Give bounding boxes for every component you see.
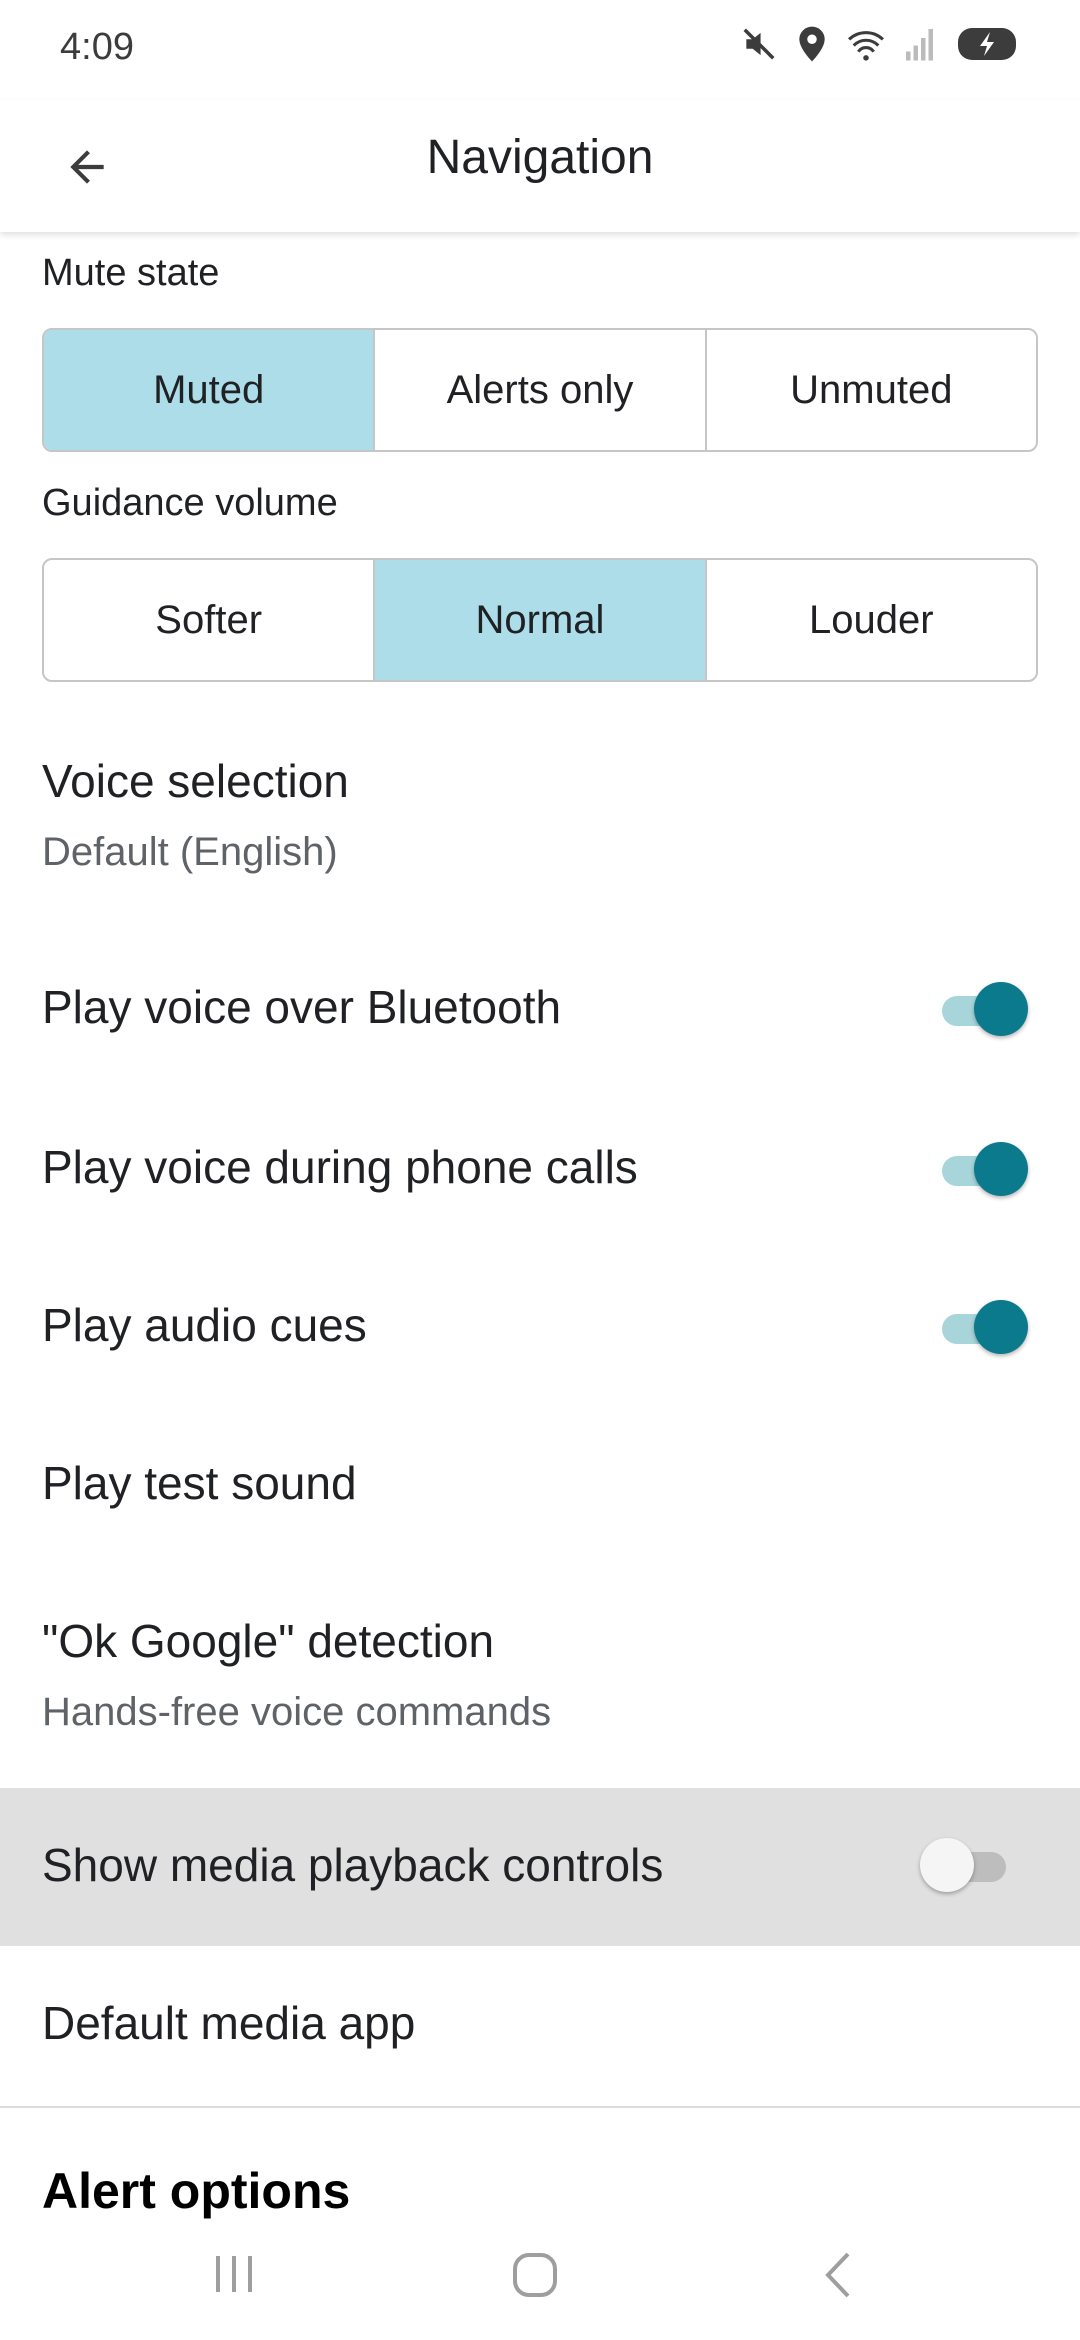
media-controls-toggle[interactable] — [920, 1838, 1012, 1894]
mute-option-muted[interactable]: Muted — [44, 330, 376, 450]
mute-option-unmuted[interactable]: Unmuted — [707, 330, 1036, 450]
guidance-volume-segmented-control: Softer Normal Louder — [42, 558, 1038, 682]
recent-apps-icon — [216, 2256, 252, 2292]
system-nav-bar — [0, 2220, 1080, 2340]
chevron-left-icon — [825, 2252, 850, 2298]
phone-calls-row[interactable]: Play voice during phone calls — [0, 1090, 1080, 1250]
default-media-app-row[interactable]: Default media app — [0, 1946, 1080, 2106]
audio-cues-title: Play audio cues — [42, 1299, 367, 1351]
voice-selection-subtitle: Default (English) — [42, 830, 338, 874]
status-bar: 4:09 — [0, 0, 1080, 100]
mute-state-segmented-control: Muted Alerts only Unmuted — [42, 328, 1038, 452]
media-controls-title: Show media playback controls — [42, 1839, 664, 1891]
bluetooth-toggle[interactable] — [936, 982, 1028, 1038]
app-bar: Navigation — [0, 100, 1080, 232]
mute-icon — [740, 25, 778, 63]
test-sound-row[interactable]: Play test sound — [0, 1408, 1080, 1568]
home-icon — [513, 2253, 557, 2297]
section-divider — [0, 2106, 1080, 2108]
audio-cues-toggle[interactable] — [936, 1300, 1028, 1356]
volume-option-louder[interactable]: Louder — [707, 560, 1036, 680]
voice-selection-row[interactable]: Voice selection Default (English) — [0, 730, 1080, 900]
voice-selection-title: Voice selection — [42, 755, 349, 807]
bluetooth-row[interactable]: Play voice over Bluetooth — [0, 930, 1080, 1090]
alert-options-header: Alert options — [42, 2163, 351, 2219]
test-sound-title: Play test sound — [42, 1457, 357, 1509]
phone-calls-toggle[interactable] — [936, 1142, 1028, 1198]
mute-option-alerts-only[interactable]: Alerts only — [375, 330, 707, 450]
volume-option-normal[interactable]: Normal — [375, 560, 707, 680]
guidance-volume-label: Guidance volume — [42, 482, 338, 524]
phone-calls-title: Play voice during phone calls — [42, 1141, 638, 1193]
default-media-app-title: Default media app — [42, 1997, 416, 2049]
page-title: Navigation — [426, 131, 654, 184]
media-controls-row[interactable]: Show media playback controls — [0, 1788, 1080, 1946]
ok-google-title: "Ok Google" detection — [42, 1615, 495, 1667]
location-icon — [796, 25, 828, 63]
bluetooth-title: Play voice over Bluetooth — [42, 981, 562, 1033]
ok-google-row[interactable]: "Ok Google" detection Hands-free voice c… — [0, 1568, 1080, 1788]
audio-cues-row[interactable]: Play audio cues — [0, 1248, 1080, 1408]
wifi-icon — [846, 25, 886, 63]
system-back-button[interactable] — [818, 2250, 858, 2305]
home-button[interactable] — [510, 2250, 560, 2305]
battery-charging-icon — [956, 24, 1020, 64]
recent-apps-button[interactable] — [212, 2250, 256, 2303]
toggle-knob — [974, 982, 1028, 1036]
volume-option-softer[interactable]: Softer — [44, 560, 376, 680]
toggle-knob — [920, 1838, 974, 1892]
ok-google-subtitle: Hands-free voice commands — [42, 1690, 552, 1734]
mute-state-label: Mute state — [42, 252, 220, 294]
toggle-knob — [974, 1300, 1028, 1354]
signal-icon — [904, 26, 938, 62]
toggle-knob — [974, 1142, 1028, 1196]
status-icons — [740, 24, 1020, 64]
status-time: 4:09 — [60, 26, 134, 68]
